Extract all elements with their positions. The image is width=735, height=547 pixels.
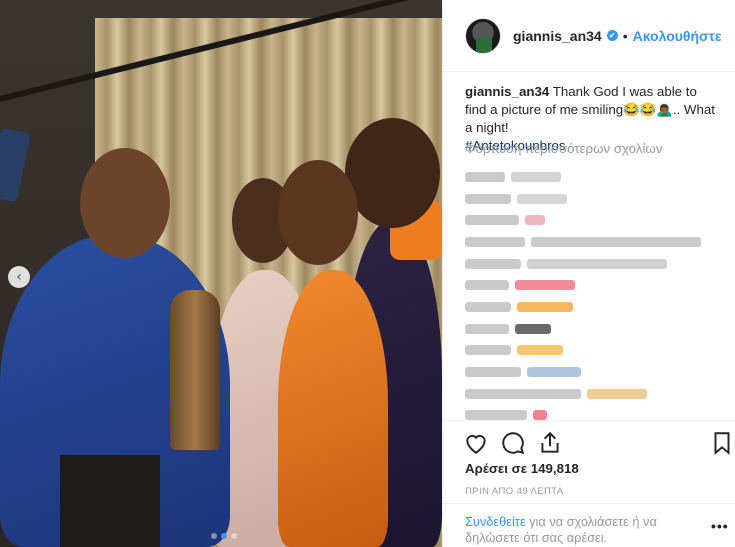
comment-row <box>465 361 725 383</box>
login-prompt: Συνδεθείτε για να σχολιάσετε ή να δηλώσε… <box>443 503 735 547</box>
comment-list <box>465 166 725 426</box>
comment-username-blurred[interactable] <box>465 345 511 356</box>
load-more-comments[interactable]: Φόρτωση περισσότερων σχολίων <box>465 141 662 156</box>
person-right-head <box>345 118 440 228</box>
comment-username-blurred[interactable] <box>465 301 511 312</box>
comment-text-blurred <box>587 388 647 399</box>
comment-text-blurred <box>515 280 575 291</box>
comment-row <box>465 318 725 340</box>
post-photo[interactable]: ‹ <box>0 0 442 547</box>
heart-icon[interactable] <box>463 430 489 456</box>
comment-text-blurred <box>527 367 581 378</box>
comment-username-blurred[interactable] <box>465 171 505 182</box>
header-username[interactable]: giannis_an34 <box>513 28 602 44</box>
post-header: giannis_an34 ✔ • Ακολουθήστε <box>443 0 735 72</box>
share-icon[interactable] <box>537 430 563 456</box>
carousel-prev-icon[interactable]: ‹ <box>8 266 30 288</box>
comment-text-blurred <box>533 410 547 421</box>
more-options-icon[interactable]: ••• <box>711 518 729 534</box>
action-bar <box>443 420 735 460</box>
comment-username-blurred[interactable] <box>465 323 509 334</box>
carousel-dots <box>211 533 237 539</box>
comment-username-blurred[interactable] <box>465 236 525 247</box>
comment-username-blurred[interactable] <box>465 258 521 269</box>
comment-text-blurred <box>517 345 563 356</box>
login-prompt-text: Συνδεθείτε για να σχολιάσετε ή να δηλώσε… <box>465 514 695 546</box>
post-sidebar: giannis_an34 ✔ • Ακολουθήστε giannis_an3… <box>442 0 735 547</box>
comment-row <box>465 231 725 253</box>
header-separator: • <box>622 27 628 44</box>
verified-badge-icon: ✔ <box>606 30 618 41</box>
comment-username-blurred[interactable] <box>465 410 527 421</box>
follow-button[interactable]: Ακολουθήστε <box>633 28 722 44</box>
comment-text-blurred <box>531 236 701 247</box>
comment-text-blurred <box>517 301 573 312</box>
comment-row <box>465 188 725 210</box>
comment-row <box>465 209 725 231</box>
comment-username-blurred[interactable] <box>465 215 519 226</box>
comment-row <box>465 340 725 362</box>
comment-row <box>465 274 725 296</box>
trophy <box>150 290 240 490</box>
comment-username-blurred[interactable] <box>465 388 581 399</box>
comment-text-blurred <box>517 193 567 204</box>
post-timestamp[interactable]: ΠΡΙΝ ΑΠΟ 49 ΛΕΠΤΑ <box>465 486 564 497</box>
comment-icon[interactable] <box>500 430 526 456</box>
comment-text-blurred <box>511 171 561 182</box>
caption-username[interactable]: giannis_an34 <box>465 84 549 99</box>
login-link[interactable]: Συνδεθείτε <box>465 514 526 529</box>
trophy-base <box>60 455 160 547</box>
person-orange-suit <box>278 270 388 547</box>
phone <box>0 127 31 203</box>
comment-text-blurred <box>527 258 667 269</box>
carousel-dot[interactable] <box>211 533 217 539</box>
comment-row <box>465 253 725 275</box>
comment-row <box>465 166 725 188</box>
person-blue-head <box>80 148 170 258</box>
comment-row <box>465 383 725 405</box>
carousel-dot[interactable] <box>231 533 237 539</box>
comment-username-blurred[interactable] <box>465 280 509 291</box>
bookmark-icon[interactable] <box>709 430 735 456</box>
comment-text-blurred <box>515 323 551 334</box>
comment-row <box>465 296 725 318</box>
comment-username-blurred[interactable] <box>465 193 511 204</box>
carousel-dot[interactable] <box>221 533 227 539</box>
avatar[interactable] <box>465 17 501 54</box>
comment-text-blurred <box>525 215 545 226</box>
like-count[interactable]: Αρέσει σε 149,818 <box>465 461 579 476</box>
comment-username-blurred[interactable] <box>465 367 521 378</box>
person-orange-head <box>278 160 358 265</box>
